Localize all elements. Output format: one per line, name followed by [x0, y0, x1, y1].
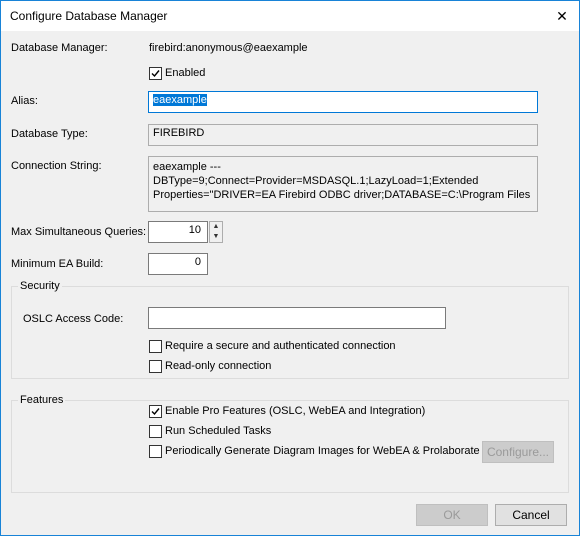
secure-connection-checkbox[interactable] — [149, 340, 162, 353]
read-only-label[interactable]: Read-only connection — [165, 360, 271, 372]
read-only-checkbox[interactable] — [149, 360, 162, 373]
secure-connection-label[interactable]: Require a secure and authenticated conne… — [165, 340, 396, 352]
conn-string-value: eaexample --- DBType=9;Connect=Provider=… — [153, 161, 531, 201]
scheduled-tasks-label[interactable]: Run Scheduled Tasks — [165, 425, 271, 437]
db-type-field: FIREBIRD — [148, 124, 538, 146]
db-manager-label: Database Manager: — [11, 42, 108, 54]
features-group-title: Features — [18, 394, 66, 406]
scheduled-tasks-checkbox[interactable] — [149, 425, 162, 438]
max-queries-spinner: ▲ ▼ — [209, 221, 223, 243]
diagram-images-checkbox[interactable] — [149, 445, 162, 458]
oslc-access-code-input[interactable] — [148, 307, 446, 329]
spin-up-icon[interactable]: ▲ — [210, 222, 222, 232]
max-queries-value: 10 — [188, 224, 201, 236]
max-queries-input[interactable]: 10 — [148, 221, 208, 243]
db-type-label: Database Type: — [11, 128, 88, 140]
security-group-title: Security — [18, 280, 62, 292]
db-type-value: FIREBIRD — [153, 127, 205, 139]
configure-button[interactable]: Configure... — [482, 441, 554, 463]
conn-string-label: Connection String: — [11, 160, 102, 172]
pro-features-checkbox[interactable] — [149, 405, 162, 418]
diagram-images-label[interactable]: Periodically Generate Diagram Images for… — [165, 445, 480, 457]
title-bar[interactable]: Configure Database Manager ✕ — [1, 1, 579, 31]
configure-database-manager-dialog: Configure Database Manager ✕ Database Ma… — [0, 0, 580, 536]
security-group: Security — [11, 280, 569, 379]
conn-string-field[interactable]: eaexample --- DBType=9;Connect=Provider=… — [148, 156, 538, 212]
pro-features-label[interactable]: Enable Pro Features (OSLC, WebEA and Int… — [165, 405, 425, 417]
dialog-title: Configure Database Manager — [10, 9, 168, 23]
enabled-checkbox[interactable] — [149, 67, 162, 80]
min-build-input[interactable]: 0 — [148, 253, 208, 275]
cancel-button[interactable]: Cancel — [495, 504, 567, 526]
oslc-label: OSLC Access Code: — [23, 313, 124, 325]
close-icon[interactable]: ✕ — [545, 1, 579, 31]
db-manager-value: firebird:anonymous@eaexample — [149, 42, 308, 54]
checkmark-icon — [151, 70, 160, 78]
spin-down-icon[interactable]: ▼ — [210, 232, 222, 242]
max-queries-label: Max Simultaneous Queries: — [11, 226, 147, 238]
min-build-label: Minimum EA Build: — [11, 258, 104, 270]
ok-button[interactable]: OK — [416, 504, 488, 526]
min-build-value: 0 — [194, 256, 201, 268]
alias-label: Alias: — [11, 95, 38, 107]
alias-input[interactable]: eaexample — [148, 91, 538, 113]
checkmark-icon — [151, 408, 160, 416]
alias-input-value: eaexample — [153, 94, 207, 106]
enabled-label[interactable]: Enabled — [165, 67, 205, 79]
